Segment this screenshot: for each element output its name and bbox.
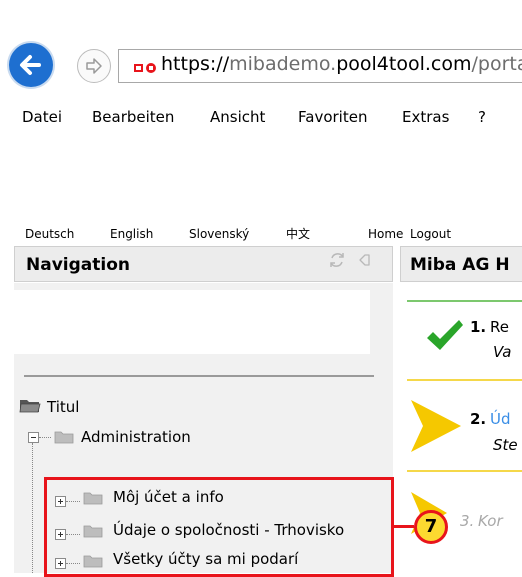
step-active-arrow-icon (409, 398, 463, 459)
step-2-title[interactable]: Úd (490, 410, 511, 428)
url-path: /portal/r (471, 53, 522, 75)
lang-slovensky[interactable]: Slovenský (189, 227, 249, 241)
forward-button[interactable] (77, 49, 111, 83)
root-folder-icon (18, 396, 42, 419)
arrow-right-icon (86, 58, 102, 74)
lang-deutsch[interactable]: Deutsch (25, 227, 74, 241)
step-separator-done (407, 300, 522, 302)
menu-help[interactable]: ? (478, 108, 486, 126)
tree-collapse-toggle[interactable] (28, 432, 39, 443)
home-link[interactable]: Home (368, 227, 403, 241)
menu-ansicht[interactable]: Ansicht (210, 108, 265, 126)
step-2-number: 2. (470, 410, 487, 428)
tree-item-administration[interactable]: Administration (81, 428, 191, 446)
checkmark-icon (425, 318, 465, 357)
url-subdomain: mibademo. (229, 53, 337, 75)
tree-root-label[interactable]: Titul (47, 398, 79, 416)
menu-datei[interactable]: Datei (22, 108, 62, 126)
menu-bearbeiten[interactable]: Bearbeiten (92, 108, 174, 126)
step-1-number: 1. (470, 318, 487, 336)
step-separator (407, 470, 522, 472)
menu-extras[interactable]: Extras (402, 108, 449, 126)
step-2-subtitle: Ste (493, 436, 518, 454)
refresh-icon[interactable] (327, 250, 347, 275)
annotation-connector (394, 525, 414, 528)
step-separator (407, 379, 522, 381)
nav-search-area (14, 290, 370, 354)
lang-english[interactable]: English (110, 227, 153, 241)
nav-divider (24, 375, 374, 377)
url-domain: pool4tool.com (336, 53, 472, 75)
step-3-number: 3. (460, 512, 475, 530)
url-scheme: https:// (161, 53, 230, 75)
step-1-title[interactable]: Re (490, 318, 509, 336)
menu-favoriten[interactable]: Favoriten (298, 108, 367, 126)
main-title: Miba AG H (410, 255, 510, 275)
folder-icon (54, 431, 74, 444)
url-text: https://mibademo.pool4tool.com/portal/r (161, 52, 522, 76)
step-1-subtitle: Va (493, 343, 512, 361)
site-identity-icon (133, 61, 157, 79)
arrow-left-icon (20, 55, 41, 75)
nav-title: Navigation (26, 255, 130, 275)
collapse-arrow-icon[interactable] (357, 251, 375, 274)
annotation-callout: 7 (414, 510, 448, 544)
step-3-title[interactable]: Kor (478, 512, 503, 530)
annotation-highlight-box (44, 477, 394, 577)
back-button[interactable] (9, 43, 53, 87)
tree-connector (39, 437, 51, 439)
tree-connector-vertical (32, 443, 34, 573)
logout-link[interactable]: Logout (410, 227, 451, 241)
lang-chinese[interactable]: 中文 (286, 227, 310, 241)
